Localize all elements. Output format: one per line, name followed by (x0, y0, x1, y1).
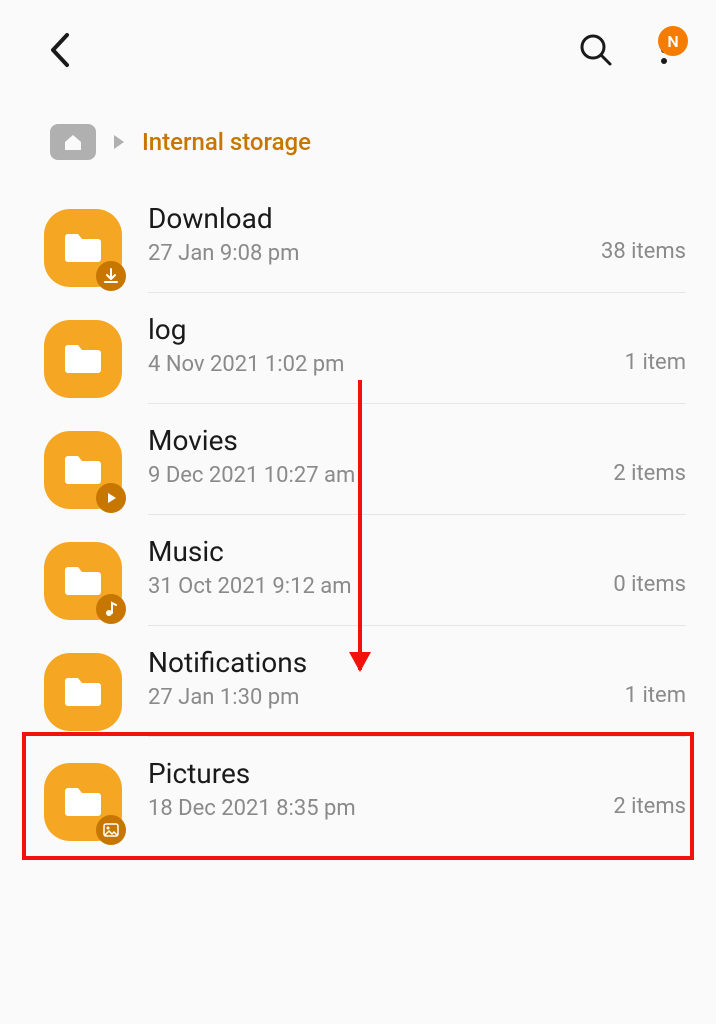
breadcrumb: Internal storage (0, 96, 716, 170)
folder-icon (44, 542, 122, 620)
breadcrumb-home[interactable] (50, 124, 96, 160)
folder-name: Notifications (148, 646, 625, 679)
folder-name: Movies (148, 424, 613, 457)
chevron-right-icon (112, 133, 126, 151)
folder-meta: 9 Dec 2021 10:27 am (148, 463, 613, 488)
folder-item-count: 38 items (601, 239, 686, 266)
download-badge-icon (96, 261, 126, 291)
folder-meta: 31 Oct 2021 9:12 am (148, 574, 613, 599)
folder-icon (44, 763, 122, 841)
folder-icon (44, 320, 122, 398)
folder-item-count: 2 items (613, 794, 686, 821)
folder-meta: 27 Jan 9:08 pm (148, 241, 601, 266)
folder-item-count: 1 item (625, 350, 686, 377)
folder-icon (44, 209, 122, 287)
folder-name: Music (148, 535, 613, 568)
folder-row[interactable]: Pictures 18 Dec 2021 8:35 pm2 items (0, 737, 716, 847)
folder-name: Pictures (148, 757, 613, 790)
folder-item-count: 0 items (613, 572, 686, 599)
folder-item-count: 1 item (625, 683, 686, 710)
back-button[interactable] (40, 31, 78, 69)
folder-meta: 18 Dec 2021 8:35 pm (148, 796, 613, 821)
image-badge-icon (96, 815, 126, 845)
play-badge-icon (96, 483, 126, 513)
search-button[interactable] (574, 28, 618, 72)
more-button[interactable]: N (642, 28, 686, 72)
folder-name: Download (148, 202, 601, 235)
search-icon (579, 33, 613, 67)
music-badge-icon (96, 594, 126, 624)
folder-icon (44, 431, 122, 509)
folder-row[interactable]: Download 27 Jan 9:08 pm38 items (0, 182, 716, 293)
folder-icon (44, 653, 122, 731)
annotation-arrow (358, 380, 362, 670)
breadcrumb-current[interactable]: Internal storage (142, 128, 311, 156)
home-icon (63, 133, 83, 151)
notification-badge: N (658, 26, 688, 56)
folder-meta: 27 Jan 1:30 pm (148, 685, 625, 710)
folder-meta: 4 Nov 2021 1:02 pm (148, 352, 625, 377)
folder-name: log (148, 313, 625, 346)
folder-item-count: 2 items (613, 461, 686, 488)
chevron-left-icon (48, 32, 70, 68)
